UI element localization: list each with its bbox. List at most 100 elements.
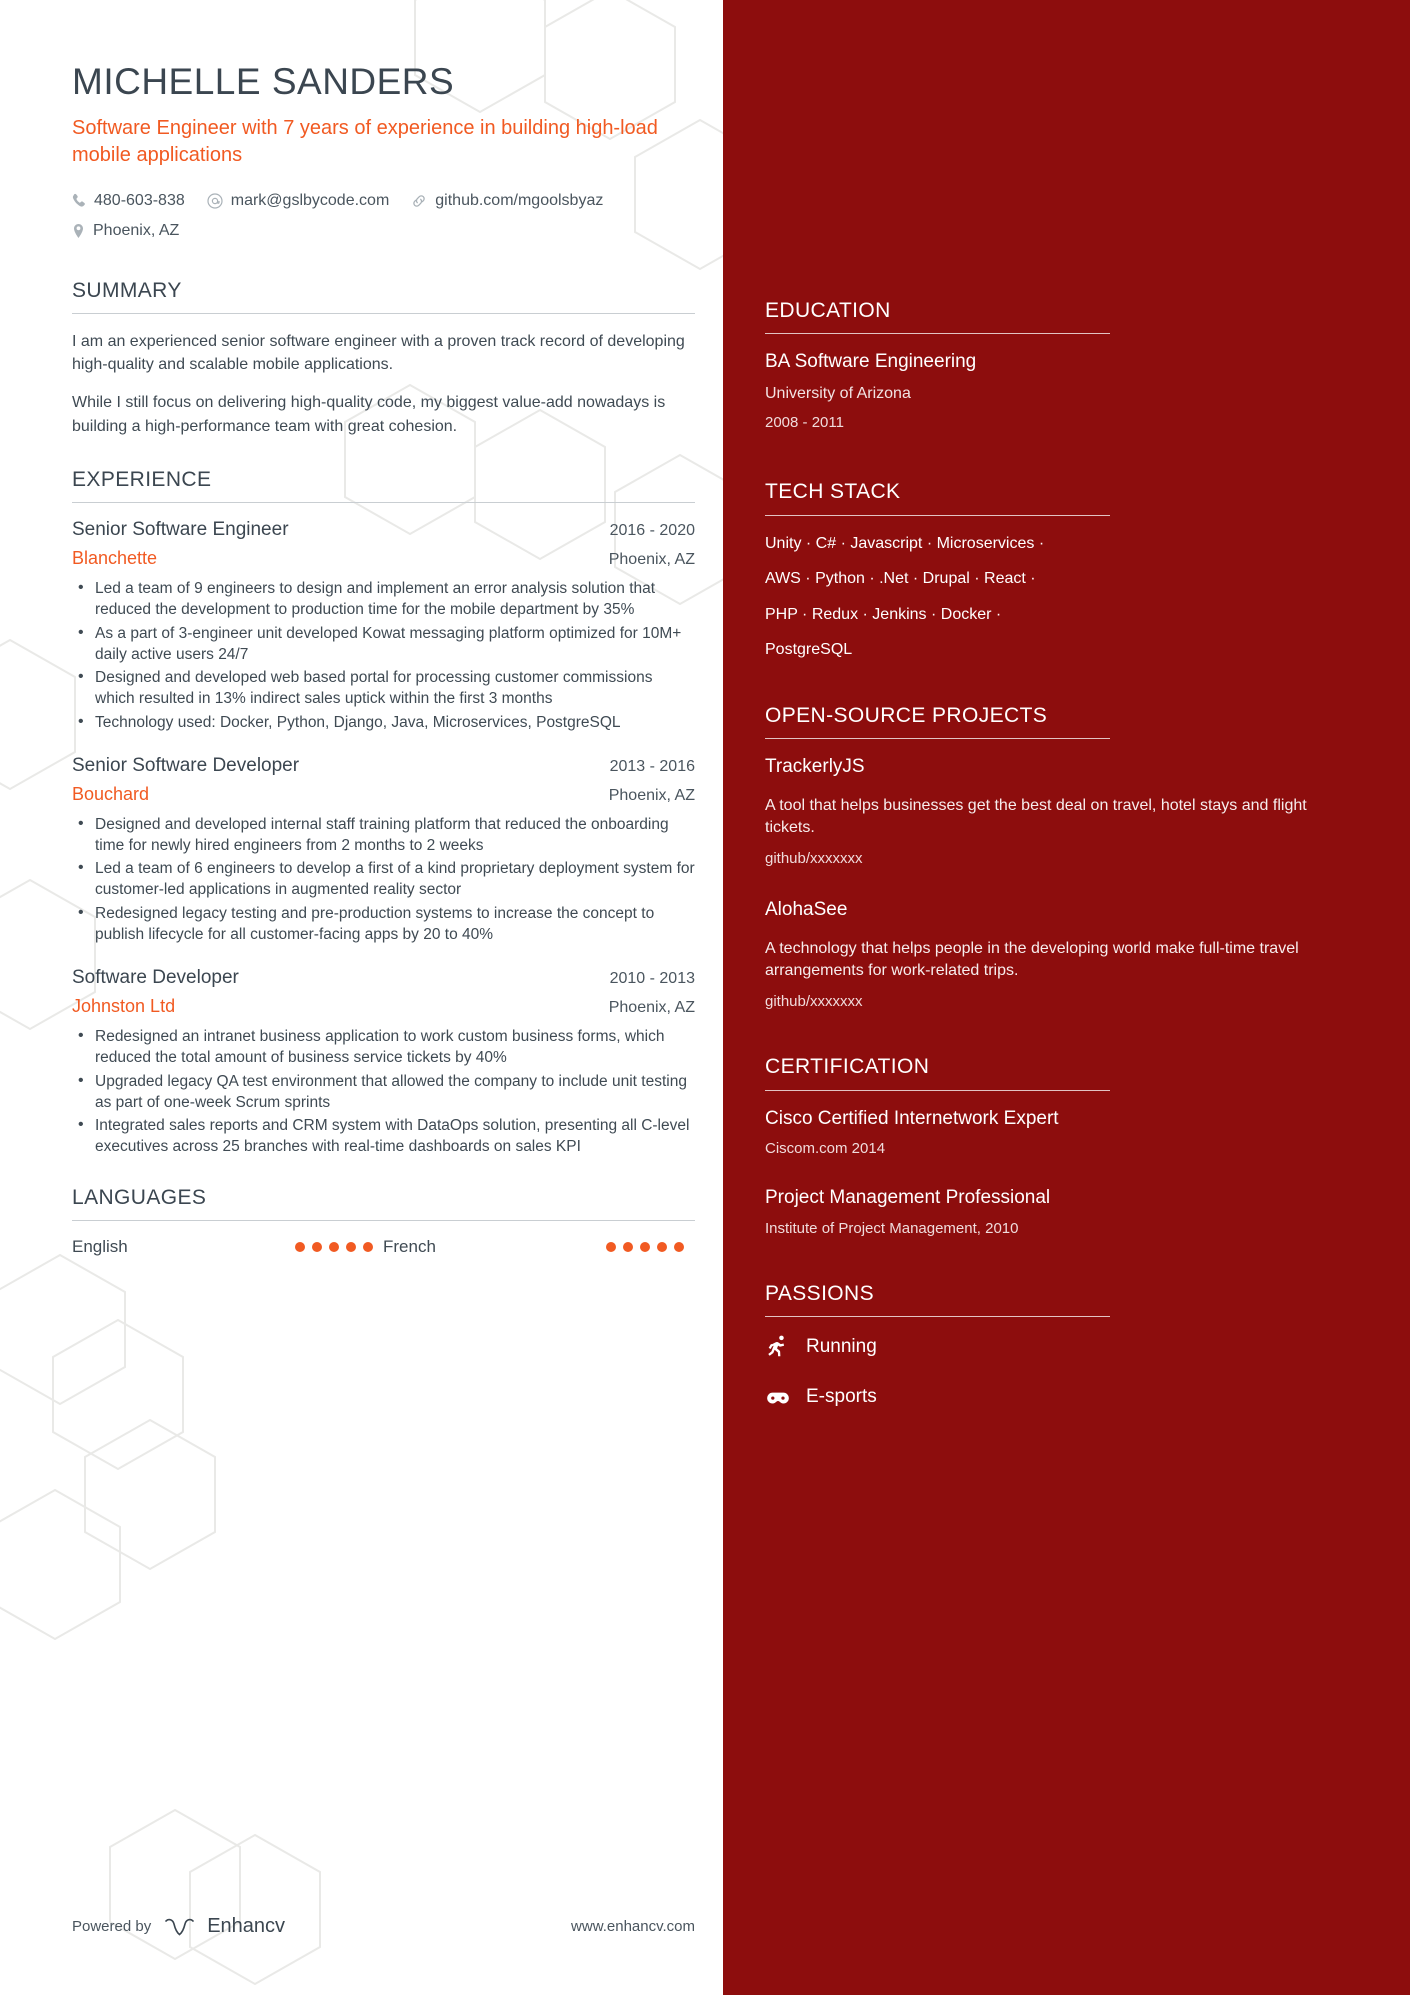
experience-heading: EXPERIENCE xyxy=(72,468,212,492)
job-location: Phoenix, AZ xyxy=(608,551,695,569)
powered-by-label: Powered by xyxy=(72,1918,152,1935)
sidebar: EDUCATION BA Software Engineering Univer… xyxy=(723,0,1410,1995)
divider xyxy=(72,312,695,314)
page-title: MICHELLE SANDERS xyxy=(72,61,455,102)
project-description: A technology that helps people in the de… xyxy=(765,939,1299,980)
contact-phone-text: 480-603-838 xyxy=(94,191,185,209)
job-bullet-list: Designed and developed internal staff tr… xyxy=(72,813,695,945)
tech-stack-line: PostgreSQL xyxy=(765,641,853,659)
contact-phone[interactable]: 480-603-838 xyxy=(72,189,185,213)
divider xyxy=(765,1089,1110,1091)
job-location: Phoenix, AZ xyxy=(608,786,695,804)
open-source-entry: TrackerlyJS A tool that helps businesses… xyxy=(765,756,1350,869)
tech-stack-line: PHP · Redux · Jenkins · Docker · xyxy=(765,605,1002,623)
gamepad-icon xyxy=(767,1392,789,1404)
education-school: University of Arizona xyxy=(765,384,911,402)
languages-heading: LANGUAGES xyxy=(72,1185,207,1209)
open-source-entry: AlohaSee A technology that helps people … xyxy=(765,899,1350,1012)
rating-dot xyxy=(363,1241,373,1252)
job-location: Phoenix, AZ xyxy=(608,999,695,1017)
rating-dot xyxy=(623,1241,633,1252)
rating-dot xyxy=(674,1241,684,1252)
divider xyxy=(765,1316,1110,1318)
job-title: Senior Software Developer xyxy=(72,754,300,776)
divider xyxy=(72,502,695,504)
job-bullet: Upgraded legacy QA test environment that… xyxy=(72,1070,695,1113)
passion-item: Running xyxy=(765,1334,1350,1360)
rating-dot xyxy=(346,1241,356,1252)
certification-heading: CERTIFICATION xyxy=(765,1055,930,1079)
certification-name: Cisco Certified Internetwork Expert xyxy=(765,1107,1059,1129)
job-bullet: Redesigned an intranet business applicat… xyxy=(72,1025,695,1068)
rating-dot xyxy=(312,1241,322,1252)
education-years: 2008 - 2011 xyxy=(765,414,844,432)
job-bullet: Designed and developed web based portal … xyxy=(72,666,695,709)
tech-stack-line: AWS · Python · .Net · Drupal · React · xyxy=(765,570,1036,588)
job-bullet: Designed and developed internal staff tr… xyxy=(72,813,695,856)
language-name: English xyxy=(72,1236,128,1256)
experience-entry: Senior Software Engineer 2016 - 2020 Bla… xyxy=(72,519,695,733)
contact-info: 480-603-838 mark@gslbycode.com github.co… xyxy=(72,189,692,243)
resume-page: MICHELLE SANDERS Software Engineer with … xyxy=(0,0,1410,1995)
education-heading: EDUCATION xyxy=(765,299,891,322)
language-rating xyxy=(606,1241,694,1252)
project-description: A tool that helps businesses get the bes… xyxy=(765,796,1307,837)
location-pin-icon xyxy=(74,223,83,238)
job-bullet: Integrated sales reports and CRM system … xyxy=(72,1114,695,1157)
job-bullet-list: Redesigned an intranet business applicat… xyxy=(72,1025,695,1157)
project-link[interactable]: github/xxxxxxx xyxy=(765,849,1350,869)
enhancv-brand-name: Enhancv xyxy=(207,1915,286,1937)
job-company: Johnston Ltd xyxy=(72,996,176,1017)
education-degree: BA Software Engineering xyxy=(765,351,977,373)
language-list: English French xyxy=(72,1237,695,1257)
summary-heading: SUMMARY xyxy=(72,278,182,302)
summary-paragraph: I am an experienced senior software engi… xyxy=(72,332,685,374)
contact-github[interactable]: github.com/mgoolsbyaz xyxy=(411,189,603,213)
divider xyxy=(765,738,1110,740)
language-rating xyxy=(295,1241,383,1252)
website-url[interactable]: www.enhancv.com xyxy=(571,1918,695,1935)
email-icon xyxy=(207,193,223,209)
job-bullet: Redesigned legacy testing and pre-produc… xyxy=(72,902,695,945)
education-entry: BA Software Engineering University of Ar… xyxy=(765,351,1350,433)
enhancv-logo[interactable]: Enhancv xyxy=(164,1915,285,1938)
rating-dot xyxy=(329,1241,339,1252)
section-tech-stack: TECH STACK Unity · C# · Javascript · Mic… xyxy=(765,479,1350,661)
job-date: 2010 - 2013 xyxy=(609,970,695,988)
main-column: MICHELLE SANDERS Software Engineer with … xyxy=(0,0,723,1995)
divider xyxy=(765,333,1110,335)
phone-icon xyxy=(72,193,85,207)
open-source-heading: OPEN-SOURCE PROJECTS xyxy=(765,704,1048,727)
contact-email-text: mark@gslbycode.com xyxy=(230,191,390,209)
rating-dot xyxy=(657,1241,667,1252)
summary-paragraph: While I still focus on delivering high-q… xyxy=(72,394,666,435)
job-bullet: As a part of 3-engineer unit developed K… xyxy=(72,622,695,665)
professional-headline: Software Engineer with 7 years of experi… xyxy=(72,116,658,166)
link-icon xyxy=(413,194,426,207)
section-open-source: OPEN-SOURCE PROJECTS TrackerlyJS A tool … xyxy=(765,703,1350,1012)
passions-heading: PASSIONS xyxy=(765,1281,875,1305)
contact-location: Phoenix, AZ xyxy=(72,219,692,243)
tech-stack-heading: TECH STACK xyxy=(765,480,901,504)
rating-dot xyxy=(606,1241,616,1252)
divider xyxy=(765,514,1110,516)
divider xyxy=(72,1219,695,1221)
section-education: EDUCATION BA Software Engineering Univer… xyxy=(765,298,1350,433)
job-bullet-list: Led a team of 9 engineers to design and … xyxy=(72,577,695,733)
job-title: Senior Software Engineer xyxy=(72,519,289,541)
footer: Powered by Enhancv www.enhancv.com xyxy=(72,1915,695,1938)
certification-entry: Cisco Certified Internetwork Expert Cisc… xyxy=(765,1108,1350,1160)
job-bullet: Technology used: Docker, Python, Django,… xyxy=(72,711,695,733)
section-certification: CERTIFICATION Cisco Certified Internetwo… xyxy=(765,1054,1350,1239)
job-bullet: Led a team of 9 engineers to design and … xyxy=(72,577,695,620)
project-name: TrackerlyJS xyxy=(765,756,865,778)
job-title: Software Developer xyxy=(72,967,239,989)
certification-name: Project Management Professional xyxy=(765,1187,1051,1209)
job-company: Bouchard xyxy=(72,783,150,804)
section-passions: PASSIONS Running E-sports xyxy=(765,1281,1350,1410)
contact-email[interactable]: mark@gslbycode.com xyxy=(207,189,390,213)
section-summary: SUMMARY I am an experienced senior softw… xyxy=(72,279,695,438)
project-link[interactable]: github/xxxxxxx xyxy=(765,992,1350,1012)
passion-label: Running xyxy=(806,1336,877,1358)
running-icon xyxy=(768,1335,785,1357)
